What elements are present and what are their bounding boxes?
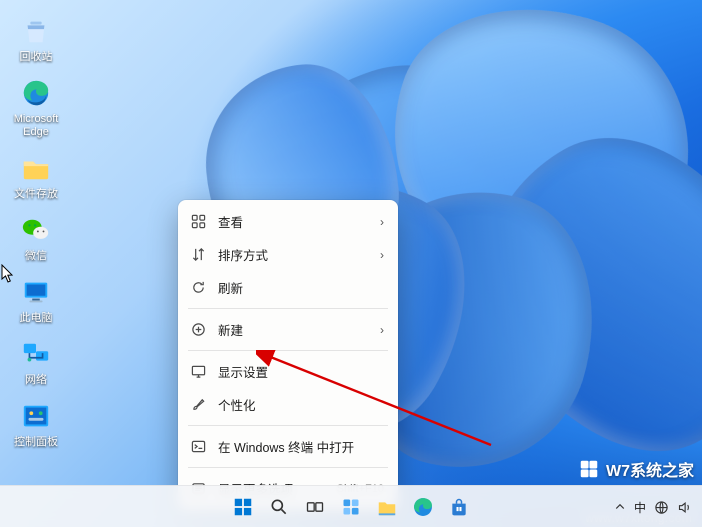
desktop-icon-label: 回收站: [20, 51, 53, 64]
desktop-context-menu: 查看 › 排序方式 › 刷新 新建 › 显示设置 个性化: [178, 200, 398, 510]
desktop-icon-folder[interactable]: 文件存放: [10, 151, 62, 201]
menu-separator: [188, 467, 388, 468]
desktop-icon-network[interactable]: 网络: [10, 337, 62, 387]
brand-logo-icon: [578, 458, 600, 480]
network-tray-icon[interactable]: [654, 500, 669, 515]
terminal-icon: [190, 439, 206, 455]
chevron-right-icon: ›: [380, 248, 384, 262]
taskbar-search-button[interactable]: [265, 492, 294, 521]
desktop-icon-label: 此电脑: [20, 312, 53, 325]
menu-item-label: 查看: [218, 212, 368, 231]
menu-item-label: 排序方式: [218, 245, 368, 264]
ime-indicator[interactable]: 中: [634, 499, 646, 516]
chevron-right-icon: ›: [380, 323, 384, 337]
menu-item-display-settings[interactable]: 显示设置: [178, 355, 398, 388]
desktop-icon-recycle-bin[interactable]: 回收站: [10, 14, 62, 64]
menu-item-label: 刷新: [218, 278, 384, 297]
menu-item-personalize[interactable]: 个性化: [178, 388, 398, 421]
wechat-icon: [19, 213, 53, 247]
desktop-icon-label: 控制面板: [14, 436, 58, 449]
widgets-button[interactable]: [337, 492, 366, 521]
sort-icon: [190, 247, 206, 263]
recycle-bin-icon: [19, 14, 53, 48]
folder-icon: [19, 151, 53, 185]
menu-item-label: 显示设置: [218, 362, 384, 381]
grid-icon: [190, 214, 206, 230]
start-button[interactable]: [229, 492, 258, 521]
watermark-brand-text: W7系统之家: [606, 457, 694, 481]
menu-item-sort[interactable]: 排序方式 ›: [178, 238, 398, 271]
menu-item-refresh[interactable]: 刷新: [178, 271, 398, 304]
network-icon: [19, 337, 53, 371]
desktop-icon-control-panel[interactable]: 控制面板: [10, 399, 62, 449]
this-pc-icon: [19, 275, 53, 309]
task-view-button[interactable]: [301, 492, 330, 521]
taskbar-store[interactable]: [445, 492, 474, 521]
menu-separator: [188, 350, 388, 351]
menu-item-open-terminal[interactable]: 在 Windows 终端 中打开: [178, 430, 398, 463]
desktop-icon-label: Microsoft Edge: [10, 113, 62, 139]
menu-separator: [188, 308, 388, 309]
watermark-brand: W7系统之家: [578, 457, 694, 481]
taskbar: 中: [0, 485, 702, 527]
refresh-icon: [190, 280, 206, 296]
taskbar-explorer[interactable]: [373, 492, 402, 521]
desktop-icon-this-pc[interactable]: 此电脑: [10, 275, 62, 325]
desktop-icon-wechat[interactable]: 微信: [10, 213, 62, 263]
brush-icon: [190, 397, 206, 413]
plus-circle-icon: [190, 322, 206, 338]
desktop[interactable]: 回收站 Microsoft Edge 文件存放 微信 此电脑: [0, 0, 702, 527]
menu-item-new[interactable]: 新建 ›: [178, 313, 398, 346]
control-panel-icon: [19, 399, 53, 433]
menu-separator: [188, 425, 388, 426]
desktop-icon-edge[interactable]: Microsoft Edge: [10, 76, 62, 139]
volume-tray-icon[interactable]: [677, 500, 692, 515]
desktop-icon-label: 网络: [25, 374, 47, 387]
menu-item-view[interactable]: 查看 ›: [178, 205, 398, 238]
chevron-right-icon: ›: [380, 215, 384, 229]
display-icon: [190, 364, 206, 380]
chevron-up-icon[interactable]: [614, 501, 626, 513]
desktop-icon-label: 文件存放: [14, 188, 58, 201]
desktop-icons-column: 回收站 Microsoft Edge 文件存放 微信 此电脑: [10, 14, 70, 461]
menu-item-label: 新建: [218, 320, 368, 339]
menu-item-label: 个性化: [218, 395, 384, 414]
taskbar-edge[interactable]: [409, 492, 438, 521]
edge-icon: [19, 76, 53, 110]
menu-item-label: 在 Windows 终端 中打开: [218, 437, 384, 456]
system-tray[interactable]: 中: [614, 486, 692, 527]
desktop-icon-label: 微信: [25, 250, 47, 263]
